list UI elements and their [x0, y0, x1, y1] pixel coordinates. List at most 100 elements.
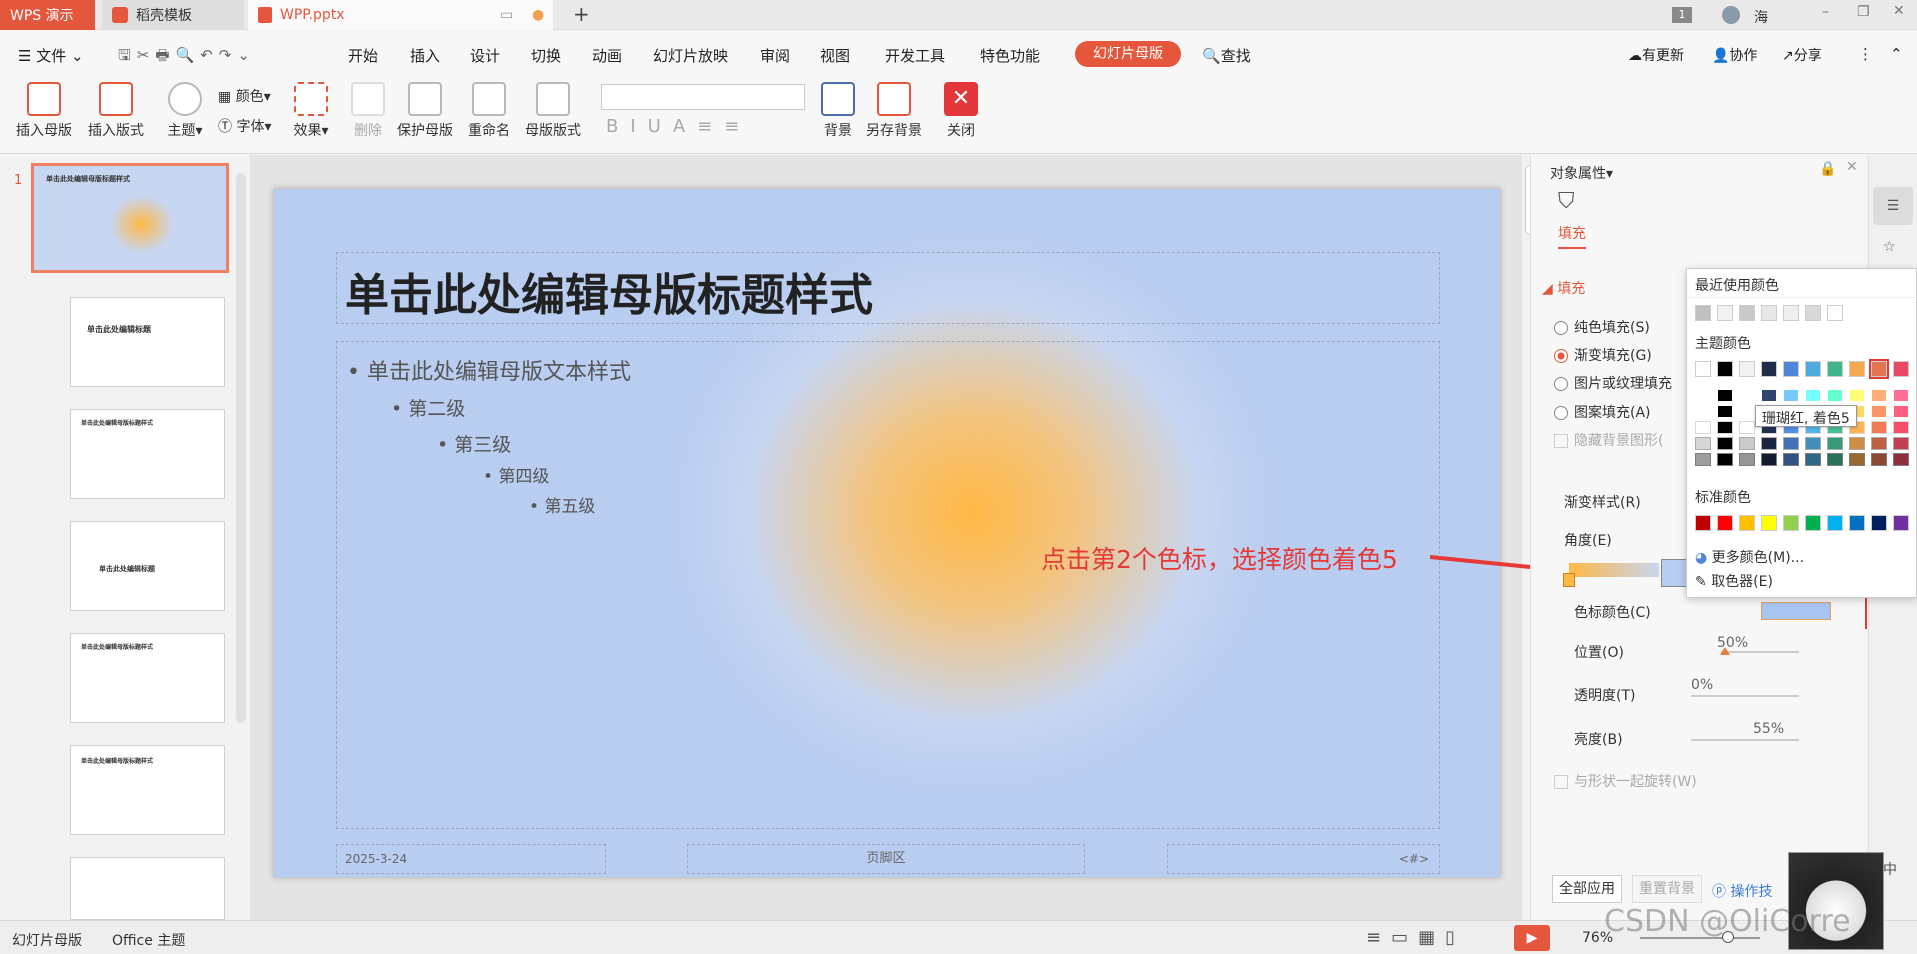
- theme-shade-swatch[interactable]: [1893, 437, 1909, 450]
- position-thumb[interactable]: [1720, 647, 1730, 655]
- theme-shade-swatch[interactable]: [1717, 389, 1733, 402]
- theme-shade-swatch[interactable]: [1717, 405, 1733, 418]
- play-button[interactable]: ▶: [1514, 925, 1550, 951]
- panel-title[interactable]: 对象属性▾: [1550, 163, 1613, 183]
- recent-color-swatch[interactable]: [1695, 305, 1711, 321]
- standard-color-swatch[interactable]: [1739, 515, 1755, 531]
- eyedropper-button[interactable]: ✎ 取色器(E): [1695, 571, 1773, 591]
- gradient-bar[interactable]: [1569, 563, 1659, 577]
- gradient-stop-1[interactable]: [1563, 573, 1575, 587]
- theme-color-swatch[interactable]: [1717, 361, 1733, 377]
- theme-shade-swatch[interactable]: [1871, 389, 1887, 402]
- recent-color-swatch[interactable]: [1717, 305, 1733, 321]
- theme-color-swatch[interactable]: [1783, 361, 1799, 377]
- theme-shade-swatch[interactable]: [1739, 405, 1755, 418]
- gradient-stop-2[interactable]: [1661, 559, 1689, 587]
- recent-color-swatch[interactable]: [1739, 305, 1755, 321]
- rotate-with-shape-option[interactable]: 与形状一起旋转(W): [1554, 771, 1697, 791]
- theme-shade-swatch[interactable]: [1739, 389, 1755, 402]
- theme-color-swatch[interactable]: [1805, 361, 1821, 377]
- theme-color-swatch[interactable]: [1849, 361, 1865, 377]
- theme-shade-swatch[interactable]: [1849, 437, 1865, 450]
- view-buttons[interactable]: ≡▭▦▯: [1366, 927, 1465, 948]
- standard-color-swatch[interactable]: [1827, 515, 1843, 531]
- standard-color-swatch[interactable]: [1717, 515, 1733, 531]
- theme-shade-swatch[interactable]: [1827, 437, 1843, 450]
- recent-color-swatch[interactable]: [1761, 305, 1777, 321]
- theme-shade-swatch[interactable]: [1717, 421, 1733, 434]
- theme-color-swatch[interactable]: [1893, 361, 1909, 377]
- standard-color-swatch[interactable]: [1783, 515, 1799, 531]
- reset-background-button[interactable]: 重置背景: [1632, 875, 1702, 903]
- theme-shade-swatch[interactable]: [1805, 453, 1821, 466]
- theme-shade-swatch[interactable]: [1871, 405, 1887, 418]
- theme-shade-swatch[interactable]: [1871, 421, 1887, 434]
- picture-fill-option[interactable]: 图片或纹理填充: [1554, 373, 1672, 393]
- theme-shade-swatch[interactable]: [1761, 389, 1777, 402]
- recent-color-swatch[interactable]: [1827, 305, 1843, 321]
- gradient-fill-option[interactable]: 渐变填充(G): [1554, 345, 1652, 365]
- theme-shade-swatch[interactable]: [1893, 405, 1909, 418]
- properties-icon[interactable]: ☰: [1873, 187, 1913, 225]
- tips-link[interactable]: ⓟ 操作技: [1712, 881, 1772, 901]
- theme-shade-swatch[interactable]: [1695, 405, 1711, 418]
- theme-shade-swatch[interactable]: [1849, 389, 1865, 402]
- theme-shade-swatch[interactable]: [1739, 421, 1755, 434]
- theme-color-swatch[interactable]: [1827, 361, 1843, 377]
- theme-shade-swatch[interactable]: [1805, 389, 1821, 402]
- hide-bg-checkbox[interactable]: [1554, 434, 1568, 448]
- theme-shade-swatch[interactable]: [1717, 453, 1733, 466]
- standard-color-swatch[interactable]: [1893, 515, 1909, 531]
- theme-shade-swatch[interactable]: [1695, 421, 1711, 434]
- apply-all-button[interactable]: 全部应用: [1552, 875, 1622, 903]
- brightness-slider[interactable]: [1691, 739, 1799, 741]
- theme-shade-swatch[interactable]: [1739, 437, 1755, 450]
- stop-color-picker[interactable]: [1761, 602, 1831, 620]
- pattern-fill-option[interactable]: 图案填充(A): [1554, 402, 1651, 422]
- standard-color-swatch[interactable]: [1805, 515, 1821, 531]
- panel-close-icon[interactable]: ✕: [1846, 159, 1858, 175]
- pattern-fill-radio[interactable]: [1554, 406, 1568, 420]
- theme-color-swatch[interactable]: [1761, 361, 1777, 377]
- theme-shade-swatch[interactable]: [1827, 389, 1843, 402]
- rotate-checkbox[interactable]: [1554, 775, 1568, 789]
- hide-bg-option[interactable]: 隐藏背景图形(: [1554, 430, 1663, 450]
- theme-shade-swatch[interactable]: [1717, 437, 1733, 450]
- panel-lock-icon[interactable]: 🔒: [1819, 161, 1836, 177]
- theme-shade-swatch[interactable]: [1761, 453, 1777, 466]
- accent5-coral-swatch[interactable]: [1869, 359, 1889, 379]
- theme-shade-swatch[interactable]: [1739, 453, 1755, 466]
- picture-fill-radio[interactable]: [1554, 377, 1568, 391]
- standard-color-swatch[interactable]: [1871, 515, 1887, 531]
- theme-color-swatch[interactable]: [1695, 361, 1711, 377]
- position-slider[interactable]: [1721, 651, 1799, 653]
- tab-fill[interactable]: 填充: [1558, 223, 1586, 249]
- recent-color-swatch[interactable]: [1783, 305, 1799, 321]
- theme-shade-swatch[interactable]: [1783, 453, 1799, 466]
- theme-shade-swatch[interactable]: [1783, 389, 1799, 402]
- pin-icon[interactable]: ☆: [1883, 239, 1896, 255]
- solid-fill-option[interactable]: 纯色填充(S): [1554, 317, 1650, 337]
- standard-color-swatch[interactable]: [1761, 515, 1777, 531]
- more-colors-button[interactable]: ◕ 更多颜色(M)...: [1695, 547, 1804, 567]
- theme-shade-swatch[interactable]: [1695, 437, 1711, 450]
- standard-color-swatch[interactable]: [1695, 515, 1711, 531]
- theme-shade-swatch[interactable]: [1761, 437, 1777, 450]
- theme-shade-swatch[interactable]: [1827, 453, 1843, 466]
- theme-shade-swatch[interactable]: [1871, 453, 1887, 466]
- solid-fill-radio[interactable]: [1554, 321, 1568, 335]
- theme-shade-swatch[interactable]: [1695, 453, 1711, 466]
- fill-section-header[interactable]: ◢ 填充: [1542, 278, 1585, 298]
- standard-color-swatch[interactable]: [1849, 515, 1865, 531]
- theme-shade-swatch[interactable]: [1893, 389, 1909, 402]
- theme-color-swatch[interactable]: [1739, 361, 1755, 377]
- theme-shade-swatch[interactable]: [1893, 453, 1909, 466]
- theme-shade-swatch[interactable]: [1849, 453, 1865, 466]
- theme-shade-swatch[interactable]: [1893, 421, 1909, 434]
- theme-shade-swatch[interactable]: [1783, 437, 1799, 450]
- recent-color-swatch[interactable]: [1805, 305, 1821, 321]
- theme-shade-swatch[interactable]: [1871, 437, 1887, 450]
- ime-indicator[interactable]: 中: [1883, 859, 1897, 879]
- theme-shade-swatch[interactable]: [1805, 437, 1821, 450]
- gradient-fill-radio[interactable]: [1554, 349, 1568, 363]
